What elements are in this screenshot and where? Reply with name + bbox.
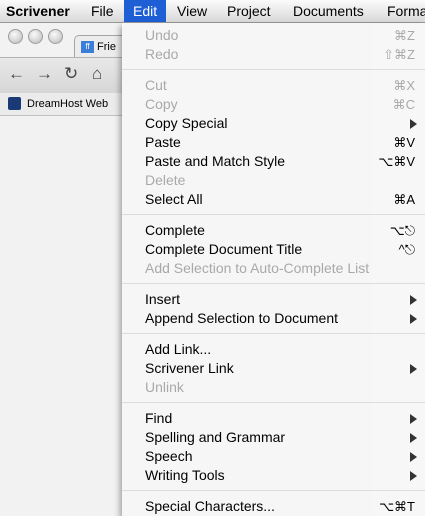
- tab-label: Frie: [97, 41, 116, 53]
- submenu-arrow-icon: [410, 119, 417, 129]
- menu-separator: [122, 283, 425, 284]
- submenu-arrow-icon: [410, 452, 417, 462]
- shortcut: ⌘C: [392, 97, 415, 112]
- menu-item-label: Copy Special: [145, 115, 228, 131]
- reload-icon[interactable]: ↻: [64, 64, 78, 84]
- menu-item-label: Cut: [145, 77, 167, 93]
- menu-item-redo[interactable]: Redo ⇧⌘Z: [145, 45, 425, 64]
- submenu-arrow-icon: [410, 364, 417, 374]
- menu-item-insert[interactable]: Insert: [145, 290, 425, 309]
- menu-app-scrivener[interactable]: Scrivener: [0, 0, 79, 22]
- menu-item-label: Undo: [145, 27, 179, 43]
- menu-item-label: Append Selection to Document: [145, 310, 339, 326]
- menu-item-label: Select All: [145, 191, 203, 207]
- menu-item-label: Copy: [145, 96, 178, 112]
- menu-item-complete[interactable]: Complete ⌥⎋: [145, 221, 425, 240]
- menu-file[interactable]: File: [82, 0, 123, 22]
- menu-documents[interactable]: Documents: [284, 0, 373, 22]
- menu-item-find[interactable]: Find: [145, 409, 425, 428]
- minimize-window-icon[interactable]: [28, 29, 43, 44]
- menu-separator: [122, 333, 425, 334]
- submenu-arrow-icon: [410, 314, 417, 324]
- menu-item-delete[interactable]: Delete: [145, 171, 425, 190]
- shortcut: ⌘V: [393, 135, 415, 150]
- menu-item-label: Paste and Match Style: [145, 153, 286, 169]
- menu-separator: [122, 69, 425, 70]
- menu-item-label: Writing Tools: [145, 467, 225, 483]
- menu-item-undo[interactable]: Undo ⌘Z: [145, 26, 425, 45]
- menu-item-label: Speech: [145, 448, 193, 464]
- shortcut: ⌘X: [393, 78, 415, 93]
- menu-item-add-selection-autocomplete[interactable]: Add Selection to Auto-Complete List: [145, 259, 425, 278]
- menu-view[interactable]: View: [168, 0, 216, 22]
- menu-project[interactable]: Project: [218, 0, 280, 22]
- menu-item-unlink[interactable]: Unlink: [145, 378, 425, 397]
- menu-item-spelling-grammar[interactable]: Spelling and Grammar: [145, 428, 425, 447]
- submenu-arrow-icon: [410, 414, 417, 424]
- menu-item-label: Delete: [145, 172, 186, 188]
- menu-item-label: Complete Document Title: [145, 241, 303, 257]
- menu-format[interactable]: Format: [378, 0, 425, 22]
- menu-item-add-link[interactable]: Add Link...: [145, 340, 425, 359]
- menu-item-cut[interactable]: Cut ⌘X: [145, 76, 425, 95]
- menu-item-label: Special Characters...: [145, 498, 275, 514]
- menu-item-special-characters[interactable]: Special Characters... ⌥⌘T: [145, 497, 425, 516]
- bookmark-dreamhost[interactable]: DreamHost Web: [27, 93, 108, 115]
- menu-separator: [122, 402, 425, 403]
- submenu-arrow-icon: [410, 471, 417, 481]
- submenu-arrow-icon: [410, 295, 417, 305]
- back-arrow-icon[interactable]: ←: [8, 64, 25, 84]
- shortcut: ⌥⌘V: [378, 154, 415, 169]
- menu-item-label: Paste: [145, 134, 181, 150]
- menu-item-append-selection[interactable]: Append Selection to Document: [145, 309, 425, 328]
- menu-item-copy[interactable]: Copy ⌘C: [145, 95, 425, 114]
- menu-bar: Scrivener File Edit View Project Documen…: [0, 0, 425, 23]
- menu-item-speech[interactable]: Speech: [145, 447, 425, 466]
- menu-item-label: Add Link...: [145, 341, 212, 357]
- edit-menu: Undo ⌘Z Redo ⇧⌘Z Cut ⌘X Copy ⌘C Copy Special…: [122, 23, 425, 516]
- zoom-window-icon[interactable]: [48, 29, 63, 44]
- submenu-arrow-icon: [410, 433, 417, 443]
- dreamhost-icon: [8, 97, 21, 110]
- menu-item-label: Insert: [145, 291, 181, 307]
- menu-item-label: Add Selection to Auto-Complete List: [145, 260, 370, 276]
- menu-item-writing-tools[interactable]: Writing Tools: [145, 466, 425, 485]
- menu-item-paste[interactable]: Paste ⌘V: [145, 133, 425, 152]
- menu-item-complete-document-title[interactable]: Complete Document Title ^⎋: [145, 240, 425, 259]
- menu-item-copy-special[interactable]: Copy Special: [145, 114, 425, 133]
- close-window-icon[interactable]: [8, 29, 23, 44]
- menu-item-scrivener-link[interactable]: Scrivener Link: [145, 359, 425, 378]
- menu-separator: [122, 214, 425, 215]
- menu-separator: [122, 490, 425, 491]
- menu-item-select-all[interactable]: Select All ⌘A: [145, 190, 425, 209]
- menu-item-label: Scrivener Link: [145, 360, 234, 376]
- shortcut: ⌘A: [393, 192, 415, 207]
- menu-item-paste-match-style[interactable]: Paste and Match Style ⌥⌘V: [145, 152, 425, 171]
- shortcut: ^⎋: [398, 242, 415, 257]
- shortcut: ⌥⎋: [389, 223, 415, 238]
- menu-edit[interactable]: Edit: [124, 0, 167, 22]
- menu-item-label: Complete: [145, 222, 205, 238]
- home-icon[interactable]: ⌂: [92, 64, 102, 84]
- shortcut: ⌘Z: [394, 28, 415, 43]
- menu-item-label: Spelling and Grammar: [145, 429, 286, 445]
- menu-item-label: Find: [145, 410, 173, 426]
- shortcut: ⇧⌘Z: [383, 47, 415, 62]
- site-favicon-icon: ff: [81, 41, 94, 54]
- shortcut: ⌥⌘T: [379, 499, 415, 514]
- forward-arrow-icon[interactable]: →: [36, 64, 53, 84]
- menu-item-label: Redo: [145, 46, 179, 62]
- menu-item-label: Unlink: [145, 379, 184, 395]
